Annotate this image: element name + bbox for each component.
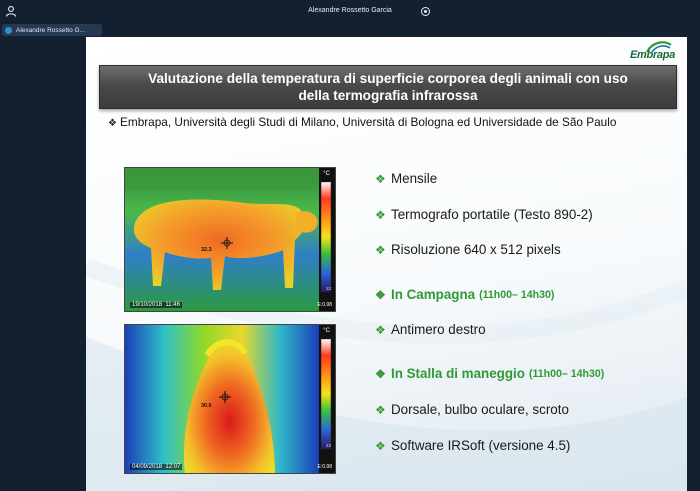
thermal-image-stable: °C 35 22 30.6 04/09/2018 12:07 E:0.98 xyxy=(124,324,336,474)
scale-top-value: 35 xyxy=(325,338,331,343)
thermal-image-field-picture xyxy=(125,168,332,311)
diamond-bullet-icon: ❖ xyxy=(375,171,386,186)
affiliations: ❖ Embrapa, Università degli Studi di Mila… xyxy=(108,115,668,131)
thermal-image-stable-picture xyxy=(125,325,332,473)
scale-bottom-value: 22 xyxy=(325,286,331,291)
temperature-unit: °C xyxy=(323,171,330,177)
feature-text: In Campagna xyxy=(391,287,476,302)
presenter-name: Alexandre Rossetto Garcia xyxy=(308,7,392,14)
feature-text: Mensile xyxy=(391,171,438,186)
slide-title-line-2: della termografia infrarossa xyxy=(298,88,478,103)
scale-bottom-value: 22 xyxy=(325,443,331,448)
capture-timestamp: 19/10/2018 11:46 xyxy=(130,302,182,308)
participant-name: Alexandre Rossetto G... xyxy=(16,26,86,34)
feature-item: ❖ Risoluzione 640 x 512 pixels xyxy=(375,242,561,257)
feature-item-highlight: ❖ In Campagna (11h00– 14h30) xyxy=(375,287,554,302)
capture-timestamp: 04/09/2018 12:07 xyxy=(130,464,183,470)
feature-item: ❖ Software IRSoft (versione 4.5) xyxy=(375,438,570,453)
temperature-unit: °C xyxy=(323,328,330,334)
feature-item-highlight: ❖ In Stalla di maneggio (11h00– 14h30) xyxy=(375,366,604,381)
feature-item: ❖ Mensile xyxy=(375,171,437,186)
logo-text: Embrapa xyxy=(630,49,675,61)
diamond-bullet-icon: ❖ xyxy=(375,366,386,381)
diamond-bullet-icon: ❖ xyxy=(108,118,117,129)
record-icon[interactable] xyxy=(421,7,430,16)
top-bar: Alexandre Rossetto Garcia xyxy=(0,0,700,22)
participant-tag[interactable]: Alexandre Rossetto G... xyxy=(2,24,102,36)
feature-item: ❖ Termografo portatile (Testo 890-2) xyxy=(375,207,593,222)
affiliations-text: Embrapa, Università degli Studi di Milan… xyxy=(120,115,617,129)
emissivity-value: E:0.98 xyxy=(317,302,332,308)
scale-top-value: 35 xyxy=(325,181,331,186)
feature-item: ❖ Dorsale, bulbo oculare, scroto xyxy=(375,402,569,417)
diamond-bullet-icon: ❖ xyxy=(375,287,386,302)
diamond-bullet-icon: ❖ xyxy=(375,207,386,222)
slide-title-line-1: Valutazione della temperatura di superfi… xyxy=(148,71,628,86)
feature-text: Software IRSoft (versione 4.5) xyxy=(391,438,571,453)
meeting-window: Alexandre Rossetto Garcia Alexandre Ross… xyxy=(0,0,700,491)
diamond-bullet-icon: ❖ xyxy=(375,402,386,417)
feature-text: Risoluzione 640 x 512 pixels xyxy=(391,242,561,257)
feature-text: Antimero destro xyxy=(391,322,486,337)
spot-temperature: 30.6 xyxy=(201,403,212,409)
slide-title-box: Valutazione della temperatura di superfi… xyxy=(99,65,677,109)
feature-text: Termografo portatile (Testo 890-2) xyxy=(391,207,593,222)
feature-note: (11h00– 14h30) xyxy=(479,288,555,301)
shared-slide: Embrapa Valutazione della temperatura di… xyxy=(86,37,687,491)
diamond-bullet-icon: ❖ xyxy=(375,242,386,257)
fullscreen-icon[interactable] xyxy=(672,473,684,485)
feature-text: In Stalla di maneggio xyxy=(391,366,525,381)
feature-item: ❖ Antimero destro xyxy=(375,322,486,337)
embrapa-logo: Embrapa xyxy=(628,41,680,65)
participant-avatar xyxy=(5,26,12,34)
emissivity-value: E:0.98 xyxy=(317,464,332,470)
feature-text: Dorsale, bulbo oculare, scroto xyxy=(391,402,569,417)
diamond-bullet-icon: ❖ xyxy=(375,438,386,453)
thermal-image-field: °C 35 22 32.3 19/10/2018 11:46 E:0.98 xyxy=(124,167,336,312)
spot-temperature: 32.3 xyxy=(201,247,212,253)
feature-note: (11h00– 14h30) xyxy=(528,367,605,380)
diamond-bullet-icon: ❖ xyxy=(375,322,386,337)
